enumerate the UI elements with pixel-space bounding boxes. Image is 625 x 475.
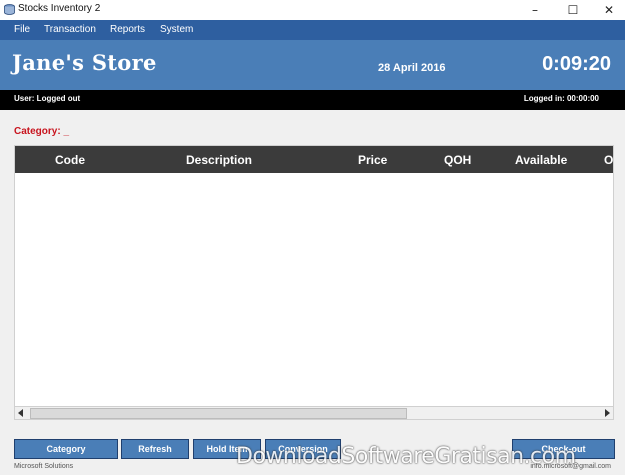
clock: 0:09:20 bbox=[542, 53, 611, 75]
category-label: Category: _ bbox=[14, 126, 70, 137]
login-time: Logged in: 00:00:00 bbox=[523, 94, 599, 103]
column-available[interactable]: Available bbox=[515, 153, 567, 167]
column-price[interactable]: Price bbox=[358, 153, 387, 167]
grid-header: Code Description Price QOH Available O bbox=[15, 146, 613, 173]
menu-transaction[interactable]: Transaction bbox=[44, 24, 96, 35]
minimize-button[interactable]: – bbox=[520, 0, 550, 20]
category-button[interactable]: Category bbox=[14, 439, 118, 459]
scroll-thumb[interactable] bbox=[30, 408, 407, 419]
user-status: User: Logged out bbox=[14, 94, 81, 103]
app-icon bbox=[4, 4, 15, 15]
menu-system[interactable]: System bbox=[160, 24, 193, 35]
scroll-right-icon[interactable] bbox=[605, 409, 610, 417]
refresh-button[interactable]: Refresh bbox=[121, 439, 189, 459]
footer-company: Microsoft Solutions bbox=[14, 463, 74, 470]
menu-bar: File Transaction Reports System bbox=[0, 20, 625, 40]
horizontal-scrollbar[interactable] bbox=[14, 406, 614, 420]
column-description[interactable]: Description bbox=[186, 153, 252, 167]
column-o[interactable]: O bbox=[604, 153, 613, 167]
column-qoh[interactable]: QOH bbox=[444, 153, 471, 167]
scroll-left-icon[interactable] bbox=[18, 409, 23, 417]
store-name: Jane's Store bbox=[12, 50, 157, 75]
watermark: DownloadSoftwareGratisan.com bbox=[236, 444, 576, 469]
title-bar: Stocks Inventory 2 – ☐ ✕ bbox=[0, 0, 625, 20]
window-title: Stocks Inventory 2 bbox=[18, 3, 101, 14]
menu-file[interactable]: File bbox=[14, 24, 30, 35]
menu-reports[interactable]: Reports bbox=[110, 24, 145, 35]
maximize-button[interactable]: ☐ bbox=[558, 0, 588, 20]
column-code[interactable]: Code bbox=[55, 153, 85, 167]
current-date: 28 April 2016 bbox=[378, 62, 446, 74]
inventory-grid[interactable]: Code Description Price QOH Available O bbox=[14, 145, 614, 409]
close-button[interactable]: ✕ bbox=[594, 0, 624, 20]
